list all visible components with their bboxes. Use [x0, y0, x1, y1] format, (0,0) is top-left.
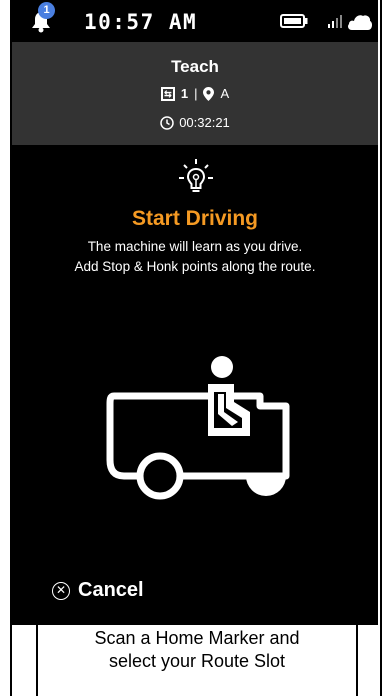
close-circle-icon: ✕	[52, 581, 70, 600]
footer-line-2: select your Route Slot	[108, 651, 286, 671]
separator: |	[194, 86, 198, 101]
location-pin-icon	[203, 86, 215, 101]
route-info: ⇆ 1 | A	[12, 86, 378, 101]
clock: 10:57 AM	[84, 10, 198, 34]
battery-icon	[280, 14, 308, 28]
signal-icon	[328, 15, 342, 28]
teach-header: Teach ⇆ 1 | A 00:32:21	[12, 42, 378, 145]
notification-badge: 1	[38, 2, 55, 19]
start-driving-panel: Start Driving The machine will learn as …	[12, 145, 378, 625]
route-slot-number: 1	[180, 86, 189, 101]
instruction-box: Scan a Home Marker and select your Route…	[12, 625, 378, 696]
cloud-icon	[348, 15, 373, 30]
instruction-line-2: Add Stop & Honk points along the route.	[74, 259, 316, 274]
route-slot-icon: ⇆	[160, 86, 175, 101]
instructions: The machine will learn as you drive. Add…	[12, 237, 378, 277]
truck-icon	[106, 356, 290, 500]
cancel-label: Cancel	[78, 579, 144, 601]
footer-instruction: Scan a Home Marker and select your Route…	[38, 627, 356, 673]
status-bar: 1 10:57 AM	[12, 0, 378, 42]
home-marker-label: A	[220, 86, 230, 101]
page-title: Teach	[171, 57, 219, 76]
lightbulb-icon	[179, 159, 213, 192]
instruction-line-1: The machine will learn as you drive.	[87, 239, 303, 254]
timer-value: 00:32:21	[179, 115, 230, 130]
elapsed-timer: 00:32:21	[12, 115, 378, 130]
footer-line-1: Scan a Home Marker and	[94, 628, 300, 648]
clock-icon	[160, 115, 174, 130]
cancel-button[interactable]: ✕ Cancel	[52, 579, 144, 602]
start-driving-title: Start Driving	[131, 207, 259, 230]
box-border-right	[356, 625, 358, 696]
